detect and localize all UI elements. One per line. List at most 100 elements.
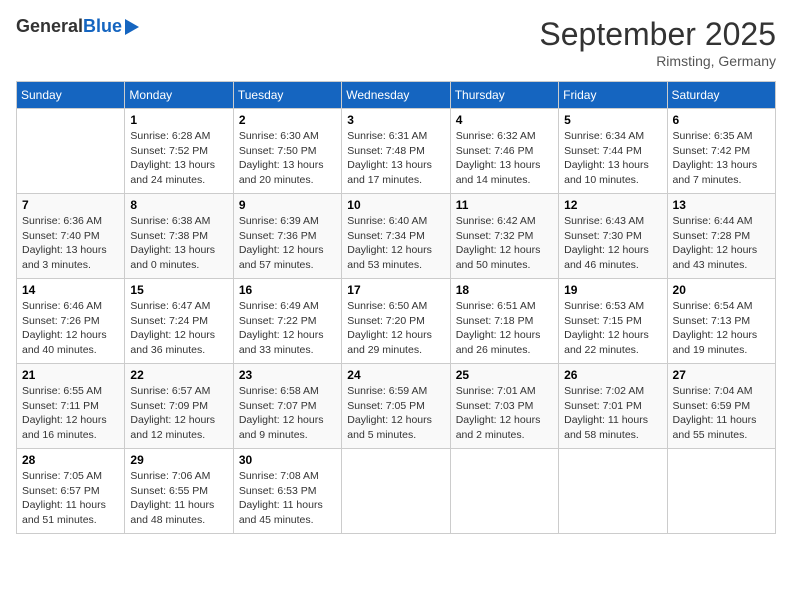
calendar-cell <box>17 109 125 194</box>
cell-details: Sunrise: 6:42 AM Sunset: 7:32 PM Dayligh… <box>456 214 553 273</box>
month-title: September 2025 <box>539 16 776 53</box>
cell-details: Sunrise: 7:04 AM Sunset: 6:59 PM Dayligh… <box>673 384 770 443</box>
day-number: 19 <box>564 283 661 297</box>
calendar-cell: 22Sunrise: 6:57 AM Sunset: 7:09 PM Dayli… <box>125 364 233 449</box>
calendar-cell: 11 Sunrise: 6:42 AM Sunset: 7:32 PM Dayli… <box>450 194 558 279</box>
calendar-cell: 17 Sunrise: 6:50 AM Sunset: 7:20 PM Dayli… <box>342 279 450 364</box>
day-number: 16 <box>239 283 336 297</box>
day-number: 1 <box>130 113 227 127</box>
calendar-cell: 23 Sunrise: 6:58 AM Sunset: 7:07 PM Dayli… <box>233 364 341 449</box>
cell-details: Sunrise: 6:55 AM Sunset: 7:11 PM Dayligh… <box>22 384 119 443</box>
cell-details: Sunrise: 6:38 AM Sunset: 7:38 PM Dayligh… <box>130 214 227 273</box>
cell-details: Sunrise: 6:49 AM Sunset: 7:22 PM Dayligh… <box>239 299 336 358</box>
title-area: September 2025 Rimsting, Germany <box>539 16 776 69</box>
day-number: 3 <box>347 113 444 127</box>
day-number: 8 <box>130 198 227 212</box>
cell-details: Sunrise: 7:06 AM Sunset: 6:55 PM Dayligh… <box>130 469 227 528</box>
day-number: 17 <box>347 283 444 297</box>
day-number: 15 <box>130 283 227 297</box>
cell-details: Sunrise: 6:28 AM Sunset: 7:52 PM Dayligh… <box>130 129 227 188</box>
calendar-cell: 21 Sunrise: 6:55 AM Sunset: 7:11 PM Dayli… <box>17 364 125 449</box>
calendar-cell: 9 Sunrise: 6:39 AM Sunset: 7:36 PM Daylig… <box>233 194 341 279</box>
day-number: 2 <box>239 113 336 127</box>
weekday-header: Friday <box>559 82 667 109</box>
day-number: 11 <box>456 198 553 212</box>
day-number: 10 <box>347 198 444 212</box>
cell-details: Sunrise: 6:51 AM Sunset: 7:18 PM Dayligh… <box>456 299 553 358</box>
calendar-week-row: 14 Sunrise: 6:46 AM Sunset: 7:26 PM Dayli… <box>17 279 776 364</box>
weekday-header: Tuesday <box>233 82 341 109</box>
day-number: 20 <box>673 283 770 297</box>
logo-general-text: General <box>16 16 83 37</box>
calendar-cell: 19 Sunrise: 6:53 AM Sunset: 7:15 PM Dayli… <box>559 279 667 364</box>
day-number: 13 <box>673 198 770 212</box>
day-number: 14 <box>22 283 119 297</box>
calendar-cell: 2 Sunrise: 6:30 AM Sunset: 7:50 PM Daylig… <box>233 109 341 194</box>
calendar-cell: 30 Sunrise: 7:08 AM Sunset: 6:53 PM Dayli… <box>233 449 341 534</box>
calendar-cell: 28 Sunrise: 7:05 AM Sunset: 6:57 PM Dayli… <box>17 449 125 534</box>
calendar-cell: 29Sunrise: 7:06 AM Sunset: 6:55 PM Dayli… <box>125 449 233 534</box>
day-number: 23 <box>239 368 336 382</box>
day-number: 9 <box>239 198 336 212</box>
calendar-cell <box>450 449 558 534</box>
day-number: 4 <box>456 113 553 127</box>
calendar-cell <box>667 449 775 534</box>
day-number: 26 <box>564 368 661 382</box>
cell-details: Sunrise: 6:54 AM Sunset: 7:13 PM Dayligh… <box>673 299 770 358</box>
cell-details: Sunrise: 6:39 AM Sunset: 7:36 PM Dayligh… <box>239 214 336 273</box>
calendar-cell: 27 Sunrise: 7:04 AM Sunset: 6:59 PM Dayli… <box>667 364 775 449</box>
cell-details: Sunrise: 7:08 AM Sunset: 6:53 PM Dayligh… <box>239 469 336 528</box>
day-number: 30 <box>239 453 336 467</box>
cell-details: Sunrise: 6:43 AM Sunset: 7:30 PM Dayligh… <box>564 214 661 273</box>
calendar-cell: 4 Sunrise: 6:32 AM Sunset: 7:46 PM Daylig… <box>450 109 558 194</box>
cell-details: Sunrise: 6:46 AM Sunset: 7:26 PM Dayligh… <box>22 299 119 358</box>
day-number: 25 <box>456 368 553 382</box>
calendar-cell: 15 Sunrise: 6:47 AM Sunset: 7:24 PM Dayli… <box>125 279 233 364</box>
day-number: 7 <box>22 198 119 212</box>
day-number: 21 <box>22 368 119 382</box>
calendar-cell: 1 Sunrise: 6:28 AM Sunset: 7:52 PM Daylig… <box>125 109 233 194</box>
calendar-week-row: 7Sunrise: 6:36 AM Sunset: 7:40 PM Daylig… <box>17 194 776 279</box>
logo-blue-text: Blue <box>83 16 122 37</box>
day-number: 5 <box>564 113 661 127</box>
calendar-cell: 24Sunrise: 6:59 AM Sunset: 7:05 PM Dayli… <box>342 364 450 449</box>
day-number: 6 <box>673 113 770 127</box>
calendar-cell: 8 Sunrise: 6:38 AM Sunset: 7:38 PM Daylig… <box>125 194 233 279</box>
calendar-week-row: 21 Sunrise: 6:55 AM Sunset: 7:11 PM Dayli… <box>17 364 776 449</box>
calendar-cell: 25 Sunrise: 7:01 AM Sunset: 7:03 PM Dayli… <box>450 364 558 449</box>
calendar-cell: 7Sunrise: 6:36 AM Sunset: 7:40 PM Daylig… <box>17 194 125 279</box>
cell-details: Sunrise: 6:47 AM Sunset: 7:24 PM Dayligh… <box>130 299 227 358</box>
day-number: 28 <box>22 453 119 467</box>
cell-details: Sunrise: 6:53 AM Sunset: 7:15 PM Dayligh… <box>564 299 661 358</box>
day-number: 27 <box>673 368 770 382</box>
calendar-week-row: 1 Sunrise: 6:28 AM Sunset: 7:52 PM Daylig… <box>17 109 776 194</box>
weekday-header: Saturday <box>667 82 775 109</box>
day-number: 18 <box>456 283 553 297</box>
cell-details: Sunrise: 6:31 AM Sunset: 7:48 PM Dayligh… <box>347 129 444 188</box>
cell-details: Sunrise: 7:05 AM Sunset: 6:57 PM Dayligh… <box>22 469 119 528</box>
cell-details: Sunrise: 6:50 AM Sunset: 7:20 PM Dayligh… <box>347 299 444 358</box>
calendar-cell: 5 Sunrise: 6:34 AM Sunset: 7:44 PM Daylig… <box>559 109 667 194</box>
calendar-cell: 13Sunrise: 6:44 AM Sunset: 7:28 PM Dayli… <box>667 194 775 279</box>
cell-details: Sunrise: 6:34 AM Sunset: 7:44 PM Dayligh… <box>564 129 661 188</box>
cell-details: Sunrise: 6:30 AM Sunset: 7:50 PM Dayligh… <box>239 129 336 188</box>
cell-details: Sunrise: 6:58 AM Sunset: 7:07 PM Dayligh… <box>239 384 336 443</box>
cell-details: Sunrise: 6:32 AM Sunset: 7:46 PM Dayligh… <box>456 129 553 188</box>
calendar-cell: 6Sunrise: 6:35 AM Sunset: 7:42 PM Daylig… <box>667 109 775 194</box>
calendar-cell: 14 Sunrise: 6:46 AM Sunset: 7:26 PM Dayli… <box>17 279 125 364</box>
location-subtitle: Rimsting, Germany <box>539 53 776 69</box>
logo: General Blue <box>16 16 139 37</box>
calendar-cell: 16 Sunrise: 6:49 AM Sunset: 7:22 PM Dayli… <box>233 279 341 364</box>
cell-details: Sunrise: 7:01 AM Sunset: 7:03 PM Dayligh… <box>456 384 553 443</box>
day-number: 22 <box>130 368 227 382</box>
calendar-cell: 18 Sunrise: 6:51 AM Sunset: 7:18 PM Dayli… <box>450 279 558 364</box>
calendar-cell: 3 Sunrise: 6:31 AM Sunset: 7:48 PM Daylig… <box>342 109 450 194</box>
calendar-table: SundayMondayTuesdayWednesdayThursdayFrid… <box>16 81 776 534</box>
day-number: 24 <box>347 368 444 382</box>
calendar-week-row: 28 Sunrise: 7:05 AM Sunset: 6:57 PM Dayli… <box>17 449 776 534</box>
cell-details: Sunrise: 7:02 AM Sunset: 7:01 PM Dayligh… <box>564 384 661 443</box>
calendar-cell: 12Sunrise: 6:43 AM Sunset: 7:30 PM Dayli… <box>559 194 667 279</box>
calendar-header-row: SundayMondayTuesdayWednesdayThursdayFrid… <box>17 82 776 109</box>
calendar-cell: 10Sunrise: 6:40 AM Sunset: 7:34 PM Dayli… <box>342 194 450 279</box>
calendar-cell: 26 Sunrise: 7:02 AM Sunset: 7:01 PM Dayli… <box>559 364 667 449</box>
